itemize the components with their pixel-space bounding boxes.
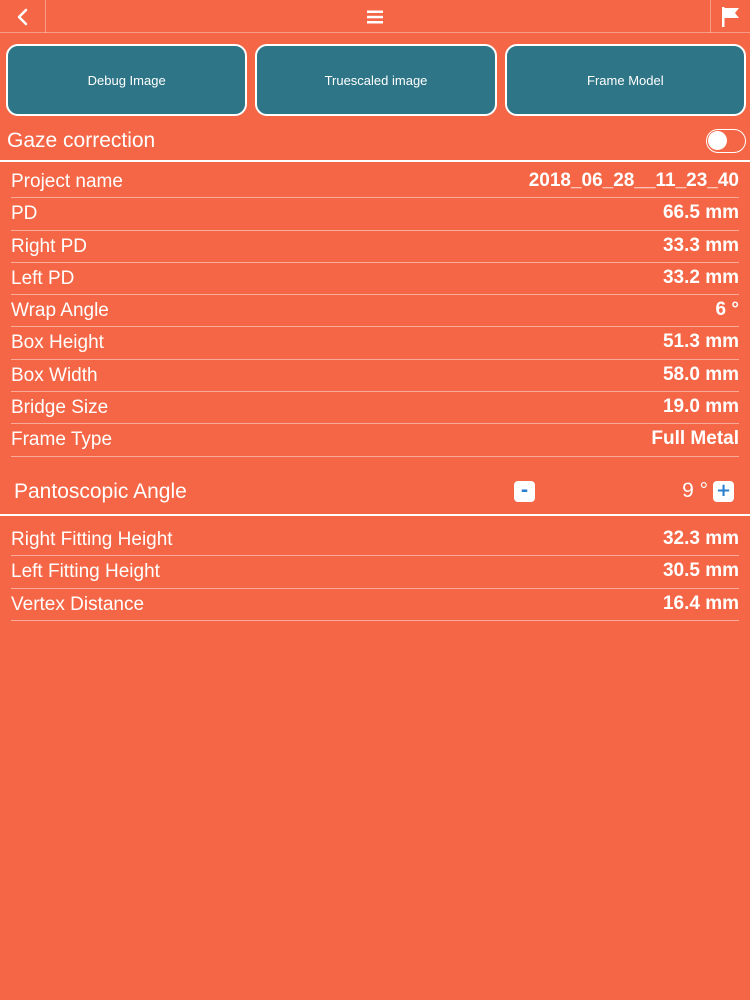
table-row: Project name 2018_06_28__11_23_40 [11, 166, 739, 199]
row-label: Box Width [11, 364, 98, 386]
row-value: 2018_06_28__11_23_40 [528, 170, 739, 191]
row-label: Vertex Distance [11, 593, 145, 615]
pantoscopic-angle-row: Pantoscopic Angle - 9 ° + [0, 470, 750, 516]
flag-button[interactable] [710, 0, 750, 33]
row-label: Project name [11, 171, 123, 192]
row-label: Box Height [11, 332, 104, 354]
increase-button[interactable]: + [713, 481, 734, 502]
table-row: Wrap Angle 6 ° [11, 295, 739, 328]
table-row: Left PD 33.2 mm [11, 263, 739, 296]
gaze-correction-label: Gaze correction [7, 129, 156, 152]
menu-button[interactable] [360, 0, 390, 33]
table-row: Box Height 51.3 mm [11, 327, 739, 360]
row-label: PD [11, 203, 38, 225]
row-value: 19.0 mm [662, 396, 739, 418]
fitting-table: Right Fitting Height 32.3 mm Left Fittin… [11, 524, 739, 621]
measurements-table: Project name 2018_06_28__11_23_40 PD 66.… [11, 166, 739, 457]
row-value: 32.3 mm [662, 528, 739, 549]
row-value: 33.2 mm [662, 266, 739, 288]
row-label: Right Fitting Height [11, 529, 173, 550]
chevron-left-icon [17, 8, 27, 25]
table-row: Left Fitting Height 30.5 mm [11, 556, 739, 589]
back-button[interactable] [0, 0, 46, 33]
pantoscopic-angle-label: Pantoscopic Angle [14, 480, 187, 503]
table-row: Box Width 58.0 mm [11, 360, 739, 393]
frame-model-button[interactable]: Frame Model [504, 44, 746, 116]
row-value: 6 ° [715, 299, 739, 321]
pantoscopic-angle-value: 9 ° [682, 479, 708, 502]
table-row: Right PD 33.3 mm [11, 231, 739, 263]
truescaled-image-button[interactable]: Truescaled image [255, 44, 497, 116]
row-value: 16.4 mm [662, 592, 739, 614]
table-row: Bridge Size 19.0 mm [11, 392, 739, 425]
gaze-correction-toggle[interactable] [706, 129, 746, 153]
row-label: Left PD [11, 267, 75, 289]
top-navbar [0, 0, 750, 33]
row-value: Full Metal [651, 428, 739, 450]
row-label: Wrap Angle [11, 300, 109, 322]
table-row: PD 66.5 mm [11, 198, 739, 231]
action-button-row: Debug Image Truescaled image Frame Model [6, 44, 746, 116]
row-label: Bridge Size [11, 397, 109, 419]
row-label: Right PD [11, 235, 88, 257]
flag-icon [721, 6, 739, 27]
row-label: Left Fitting Height [11, 561, 160, 583]
toggle-knob [708, 131, 727, 150]
row-value: 51.3 mm [662, 331, 739, 353]
table-row: Vertex Distance 16.4 mm [11, 589, 739, 621]
debug-image-button[interactable]: Debug Image [6, 44, 248, 116]
table-row: Right Fitting Height 32.3 mm [11, 524, 739, 557]
row-value: 66.5 mm [662, 202, 739, 224]
decrease-button[interactable]: - [514, 481, 535, 502]
row-value: 33.3 mm [662, 234, 739, 256]
row-value: 30.5 mm [662, 560, 739, 582]
gaze-correction-row: Gaze correction [0, 124, 750, 162]
row-value: 58.0 mm [662, 363, 739, 385]
row-label: Frame Type [11, 429, 113, 451]
table-row: Frame Type Full Metal [11, 424, 739, 457]
hamburger-menu-icon [367, 10, 383, 23]
